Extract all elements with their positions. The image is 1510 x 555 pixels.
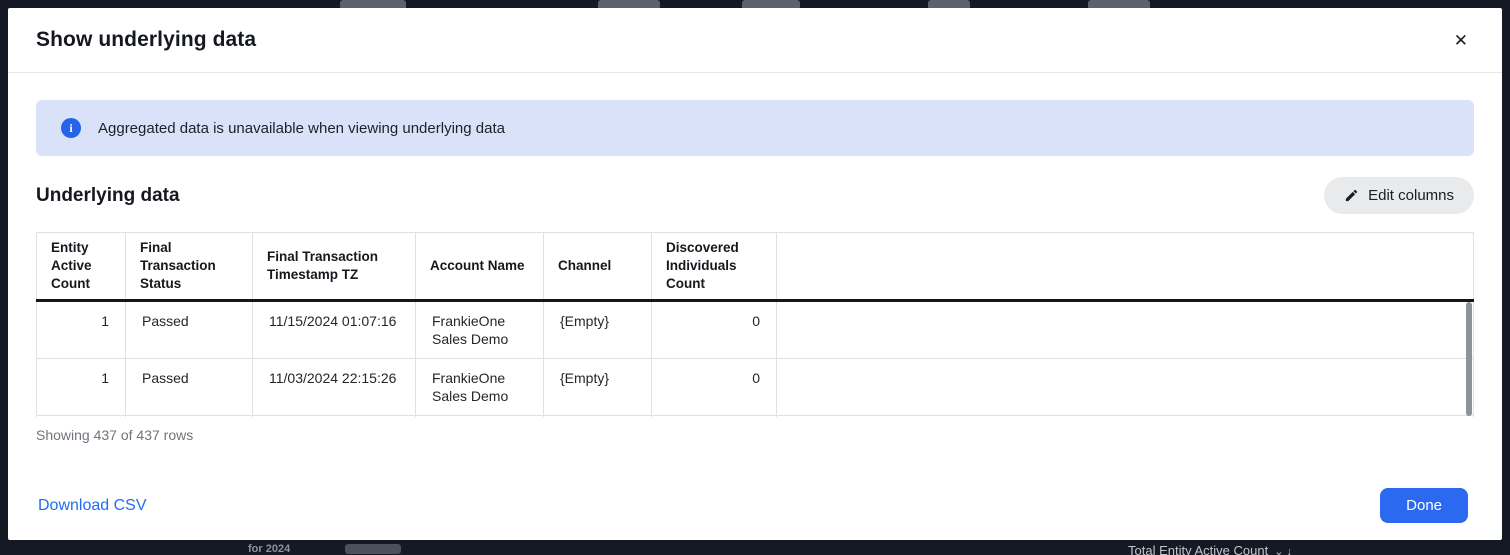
background-fragment	[1088, 0, 1150, 8]
modal-body: i Aggregated data is unavailable when vi…	[8, 73, 1502, 488]
table-cell	[416, 416, 544, 418]
table-cell	[652, 416, 777, 418]
chevron-down-icon: ⌄	[1274, 546, 1283, 555]
table-cell: 1	[37, 301, 126, 359]
background-axis-label: Total Entity Active Count⌄ ↓	[1128, 543, 1292, 555]
table-cell	[777, 301, 1474, 359]
background-fragment	[345, 544, 401, 554]
info-banner-text: Aggregated data is unavailable when view…	[98, 120, 505, 137]
background-fragment	[340, 0, 406, 8]
background-fragment	[928, 0, 970, 8]
table-cell: FrankieOne Sales Demo	[416, 359, 544, 416]
table-scrollbar[interactable]	[1466, 302, 1472, 416]
download-csv-link[interactable]: Download CSV	[38, 497, 147, 515]
modal-footer: Download CSV Done	[8, 488, 1502, 540]
table-cell	[126, 416, 253, 418]
edit-columns-button[interactable]: Edit columns	[1324, 177, 1474, 214]
table-body: 1Passed11/15/2024 01:07:16FrankieOne Sal…	[37, 301, 1474, 418]
underlying-data-table: Entity Active CountFinal Transaction Sta…	[36, 232, 1474, 417]
column-header: Discovered Individuals Count	[652, 233, 777, 301]
underlying-data-table-wrap: Entity Active CountFinal Transaction Sta…	[36, 232, 1474, 417]
column-header: Account Name	[416, 233, 544, 301]
table-cell	[253, 416, 416, 418]
modal-title: Show underlying data	[36, 28, 256, 52]
background-fragment	[742, 0, 800, 8]
table-cell: Passed	[126, 359, 253, 416]
table-cell: 0	[652, 301, 777, 359]
column-header: Final Transaction Status	[126, 233, 253, 301]
table-cell	[544, 416, 652, 418]
table-cell: {Empty}	[544, 359, 652, 416]
background-top-band	[0, 0, 1510, 8]
pencil-icon	[1344, 188, 1359, 203]
column-header: Final Transaction Timestamp TZ	[253, 233, 416, 301]
info-icon: i	[61, 118, 81, 138]
table-cell: FrankieOne Sales Demo	[416, 301, 544, 359]
section-title: Underlying data	[36, 185, 180, 207]
table-cell: 11/15/2024 01:07:16	[253, 301, 416, 359]
row-count-status: Showing 437 of 437 rows	[36, 427, 1474, 443]
table-row: 1Passed11/15/2024 01:07:16FrankieOne Sal…	[37, 301, 1474, 359]
table-row: 1Passed11/03/2024 22:15:26FrankieOne Sal…	[37, 359, 1474, 416]
close-icon[interactable]: ✕	[1448, 26, 1474, 55]
show-underlying-data-modal: Show underlying data ✕ i Aggregated data…	[8, 8, 1502, 540]
section-header-row: Underlying data Edit columns	[36, 177, 1474, 214]
table-cell	[777, 416, 1474, 418]
arrow-down-icon: ↓	[1286, 546, 1292, 555]
background-fragment	[598, 0, 660, 8]
table-cell: 0	[652, 359, 777, 416]
background-bottom-band: for 2024 Total Entity Active Count⌄ ↓	[0, 540, 1510, 555]
done-button[interactable]: Done	[1380, 488, 1468, 523]
info-banner: i Aggregated data is unavailable when vi…	[36, 100, 1474, 156]
table-header-row: Entity Active CountFinal Transaction Sta…	[37, 233, 1474, 301]
modal-header: Show underlying data ✕	[8, 8, 1502, 73]
column-header: Entity Active Count	[37, 233, 126, 301]
table-cell: {Empty}	[544, 301, 652, 359]
table-cell: 11/03/2024 22:15:26	[253, 359, 416, 416]
table-row-partial	[37, 416, 1474, 418]
column-header-filler	[777, 233, 1474, 301]
edit-columns-label: Edit columns	[1368, 187, 1454, 204]
table-cell	[37, 416, 126, 418]
background-chart-label: for 2024	[248, 543, 290, 555]
table-cell: Passed	[126, 301, 253, 359]
table-cell: 1	[37, 359, 126, 416]
table-cell	[777, 359, 1474, 416]
column-header: Channel	[544, 233, 652, 301]
